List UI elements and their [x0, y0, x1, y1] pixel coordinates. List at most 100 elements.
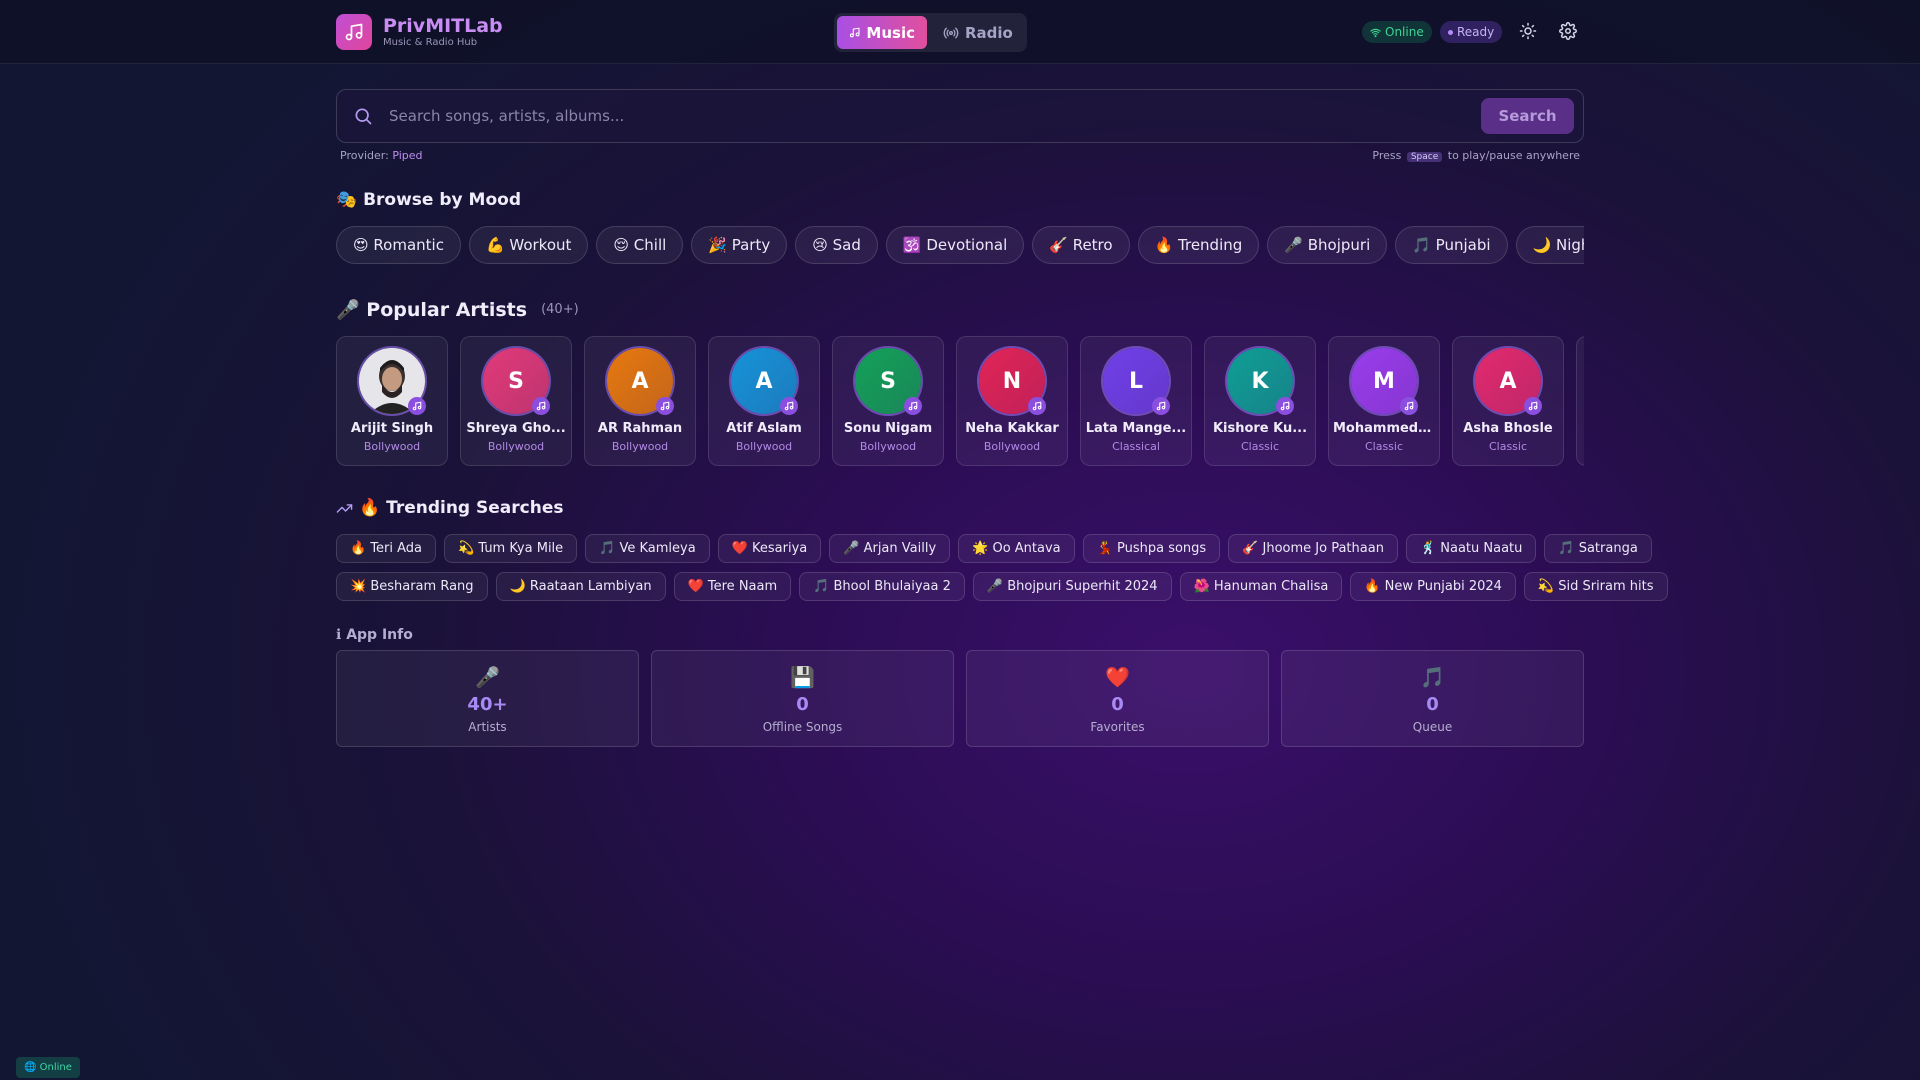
- settings-button[interactable]: [1559, 22, 1577, 40]
- info-label-favorites: Favorites: [1090, 720, 1145, 734]
- mood-chip-romantic[interactable]: 😍 Romantic: [336, 226, 461, 264]
- mood-chip-sad[interactable]: 😢 Sad: [795, 226, 878, 264]
- provider-label: Provider:: [340, 149, 389, 162]
- trending-chip[interactable]: 💫 Tum Kya Mile: [444, 534, 578, 563]
- search-bar: Search: [336, 89, 1584, 143]
- artist-card[interactable]: A AR Rahman Bollywood: [584, 336, 696, 466]
- trending-row-2: 💥 Besharam Rang 🌙 Raataan Lambiyan ❤️ Tere…: [336, 572, 1668, 601]
- mood-title-text: 🎭 Browse by Mood: [336, 190, 521, 210]
- artist-card[interactable]: A Asha Bhosle Classic: [1452, 336, 1564, 466]
- mood-chip-retro[interactable]: 🎸 Retro: [1032, 226, 1130, 264]
- artists-count: (40+): [541, 302, 579, 317]
- mood-list: 😍 Romantic 💪 Workout 😌 Chill 🎉 Party 😢 S…: [336, 226, 1584, 264]
- brand[interactable]: PrivMITLab Music & Radio Hub: [336, 14, 503, 50]
- trending-chip[interactable]: 🔥 New Punjabi 2024: [1350, 572, 1516, 601]
- trending-chip[interactable]: 🎵 Bhool Bhulaiyaa 2: [799, 572, 965, 601]
- mood-chip-chill[interactable]: 😌 Chill: [596, 226, 684, 264]
- info-label-offline-songs: Offline Songs: [762, 720, 843, 734]
- artist-name: Arijit Singh: [350, 421, 434, 436]
- artist-card[interactable]: L Lata Mange... Classical: [1080, 336, 1192, 466]
- music-note-icon: [904, 397, 922, 415]
- search-button[interactable]: Search: [1481, 98, 1574, 134]
- info-card-offline-songs: 💾 0 Offline Songs: [651, 650, 954, 747]
- artist-card[interactable]: A Atif Aslam Bollywood: [708, 336, 820, 466]
- hint-before: Press: [1372, 149, 1402, 162]
- trending-chip[interactable]: ❤️ Tere Naam: [673, 572, 792, 601]
- artist-genre: Classic: [1488, 440, 1528, 453]
- music-note-icon: [1152, 397, 1170, 415]
- trending-title-text: 🔥 Trending Searches: [359, 498, 564, 518]
- artist-card[interactable]: Arijit Singh Bollywood: [336, 336, 448, 466]
- artist-list: Arijit Singh Bollywood S Shreya Gho... Bolly…: [336, 336, 1584, 466]
- trending-chip[interactable]: 🌙 Raataan Lambiyan: [495, 572, 666, 601]
- app-title: PrivMITLab: [383, 14, 503, 37]
- tab-music[interactable]: Music: [837, 16, 927, 49]
- tab-radio-label: Radio: [965, 23, 1013, 42]
- mode-switch: Music Radio: [834, 13, 1027, 52]
- heart-icon: ❤️: [1105, 665, 1130, 689]
- theme-toggle-button[interactable]: [1519, 22, 1537, 40]
- mood-chip-trending[interactable]: 🔥 Trending: [1137, 226, 1260, 264]
- info-value-artists: 40+: [467, 694, 508, 715]
- tab-music-label: Music: [866, 23, 915, 42]
- artist-name: Neha Kakkar: [965, 421, 1059, 436]
- mood-chip-night[interactable]: 🌙 Night: [1515, 226, 1584, 264]
- artist-genre: Classic: [1240, 440, 1280, 453]
- artist-name: Mohammed ...: [1333, 421, 1435, 436]
- artist-card[interactable]: N Neha Kakkar Bollywood: [956, 336, 1068, 466]
- artist-genre: Bollywood: [363, 440, 421, 453]
- info-card-queue: 🎵 0 Queue: [1281, 650, 1584, 747]
- search-icon: [353, 106, 373, 130]
- app-info-grid: 🎤 40+ Artists 💾 0 Offline Songs ❤️ 0 Fav…: [336, 650, 1584, 747]
- footer-online-status: 🌐 Online: [16, 1057, 80, 1078]
- artist-genre: Bollywood: [487, 440, 545, 453]
- mood-chip-workout[interactable]: 💪 Workout: [468, 226, 589, 264]
- trending-chip[interactable]: 💃 Pushpa songs: [1082, 534, 1221, 563]
- music-note-icon: [1028, 397, 1046, 415]
- artist-name: Kishore Ku...: [1212, 421, 1308, 436]
- trending-chip[interactable]: 🎤 Bhojpuri Superhit 2024: [972, 572, 1172, 601]
- mood-chip-punjabi[interactable]: 🎵 Punjabi: [1395, 226, 1508, 264]
- info-value-queue: 0: [1426, 694, 1439, 715]
- mood-chip-party[interactable]: 🎉 Party: [691, 226, 788, 264]
- info-label-artists: Artists: [468, 720, 507, 734]
- app-info-title: ℹ App Info: [336, 627, 413, 643]
- music-note-icon: [1400, 397, 1418, 415]
- trending-up-icon: [336, 503, 353, 513]
- sun-icon: [1519, 22, 1537, 40]
- trending-chip[interactable]: 🕺 Naatu Naatu: [1405, 534, 1537, 563]
- trending-chip[interactable]: 🎵 Ve Kamleya: [585, 534, 710, 563]
- artist-genre: Bollywood: [611, 440, 669, 453]
- trending-chip[interactable]: 🎸 Jhoome Jo Pathaan: [1228, 534, 1398, 563]
- trending-chip[interactable]: 🎤 Arjan Vailly: [829, 534, 951, 563]
- artist-genre: Bollywood: [859, 440, 917, 453]
- mood-chip-bhojpuri[interactable]: 🎤 Bhojpuri: [1267, 226, 1388, 264]
- artist-card[interactable]: S Sonu Nigam Bollywood: [832, 336, 944, 466]
- floppy-disk-icon: 💾: [790, 665, 815, 689]
- music-note-icon: [532, 397, 550, 415]
- info-value-offline-songs: 0: [796, 694, 809, 715]
- trending-chip[interactable]: 🌺 Hanuman Chalisa: [1179, 572, 1343, 601]
- artist-name: Asha Bhosle: [1463, 421, 1553, 436]
- trending-chip[interactable]: 🎵 Satranga: [1544, 534, 1652, 563]
- trending-chip[interactable]: 💫 Sid Sriram hits: [1523, 572, 1668, 601]
- mood-chip-devotional[interactable]: 🕉️ Devotional: [885, 226, 1025, 264]
- tab-radio[interactable]: Radio: [931, 16, 1025, 49]
- search-input[interactable]: [389, 98, 1509, 134]
- music-note-icon: [1524, 397, 1542, 415]
- artist-card[interactable]: M Mohammed ... Classic: [1328, 336, 1440, 466]
- info-value-favorites: 0: [1111, 694, 1124, 715]
- trending-chip[interactable]: 🌟 Oo Antava: [958, 534, 1075, 563]
- artist-card[interactable]: K Kishore Ku... Classic: [1204, 336, 1316, 466]
- trending-chip[interactable]: ❤️ Kesariya: [717, 534, 822, 563]
- artist-card[interactable]: S Shreya Gho... Bollywood: [460, 336, 572, 466]
- artist-card[interactable]: [1576, 336, 1584, 466]
- provider-value[interactable]: Piped: [392, 149, 422, 162]
- music-note-icon: 🎵: [1420, 665, 1445, 689]
- app-tagline: Music & Radio Hub: [383, 36, 478, 48]
- artist-name: Shreya Gho...: [466, 421, 566, 436]
- trending-chip[interactable]: 💥 Besharam Rang: [336, 572, 488, 601]
- music-note-icon: [780, 397, 798, 415]
- keyboard-hint: Press Space to play/pause anywhere: [1372, 149, 1580, 162]
- trending-chip[interactable]: 🔥 Teri Ada: [336, 534, 437, 563]
